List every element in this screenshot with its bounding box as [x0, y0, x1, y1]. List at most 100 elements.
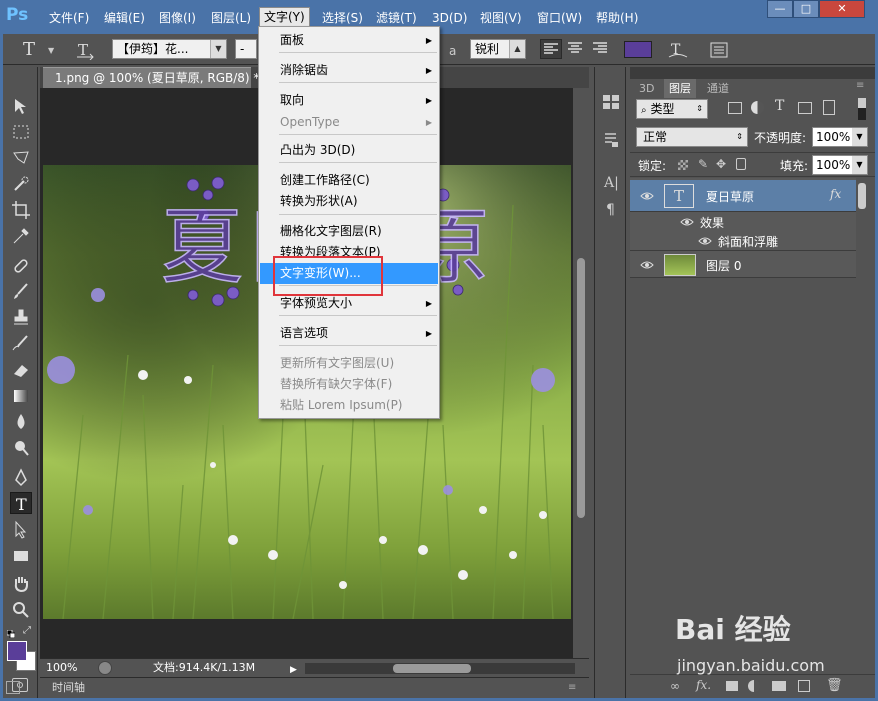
character-icon[interactable]: A|	[604, 175, 622, 193]
menu-image[interactable]: 图像(I)	[155, 9, 200, 27]
vertical-scrollbar[interactable]	[573, 88, 589, 658]
horizontal-scrollbar[interactable]	[305, 663, 575, 674]
eraser-tool-icon[interactable]	[10, 359, 32, 381]
opacity-input[interactable]: 100% ▼	[812, 127, 868, 147]
document-tab[interactable]: 1.png @ 100% (夏日草原, RGB/8) *	[43, 67, 259, 88]
lock-position-icon[interactable]: ✥	[716, 157, 726, 171]
filter-kind-select[interactable]: ⌕ 类型 ⇕	[636, 99, 708, 119]
align-center-button[interactable]	[565, 39, 587, 59]
stamp-tool-icon[interactable]	[10, 307, 32, 329]
zoom-tool-icon[interactable]	[10, 599, 32, 621]
rectangle-tool-icon[interactable]	[10, 545, 32, 567]
tab-3d[interactable]: 3D	[634, 79, 659, 98]
tab-channels[interactable]: 通道	[702, 79, 734, 98]
marquee-tool-icon[interactable]	[10, 121, 32, 143]
horizontal-scrollbar-thumb[interactable]	[393, 664, 471, 673]
share-icon[interactable]	[98, 661, 112, 675]
type-menu-item[interactable]: 创建工作路径(C)	[260, 170, 438, 191]
toggle-orientation-icon[interactable]: T	[75, 40, 97, 61]
layer-row-image[interactable]: 图层 0	[630, 252, 856, 278]
layers-scrollbar[interactable]	[856, 180, 868, 212]
fx-icon[interactable]: fx	[830, 187, 841, 201]
layer-effects-row[interactable]: 效果	[630, 213, 856, 231]
brush-tool-icon[interactable]	[10, 281, 32, 303]
text-color-swatch[interactable]	[624, 41, 652, 58]
type-menu-item[interactable]: 更新所有文字图层(U)	[260, 353, 438, 374]
eye-icon[interactable]	[698, 234, 712, 248]
panel-menu-icon[interactable]: ≡	[856, 80, 864, 91]
menu-file[interactable]: 文件(F)	[45, 9, 93, 27]
default-colors-icon[interactable]	[6, 627, 16, 639]
type-menu-item[interactable]: 消除锯齿 ▶	[260, 60, 438, 81]
pen-tool-icon[interactable]	[10, 467, 32, 489]
type-menu-item[interactable]: 语言选项 ▶	[260, 323, 438, 344]
type-menu-item[interactable]: 粘贴 Lorem Ipsum(P)	[260, 395, 438, 416]
filter-smart-object-icon[interactable]	[823, 100, 835, 115]
blur-tool-icon[interactable]	[10, 411, 32, 433]
filter-adjustment-icon[interactable]	[751, 101, 764, 114]
filter-type-icon[interactable]: T	[775, 98, 784, 114]
type-menu-item[interactable]: OpenType ▶	[260, 112, 438, 133]
eye-icon[interactable]	[640, 258, 654, 272]
menu-select[interactable]: 选择(S)	[318, 9, 367, 27]
eye-icon[interactable]	[680, 215, 694, 229]
filter-pixel-icon[interactable]	[728, 102, 742, 114]
type-menu-item[interactable]: 面板 ▶	[260, 30, 438, 51]
minimize-button[interactable]: —	[767, 0, 793, 18]
chevron-down-icon[interactable]: ▼	[48, 46, 54, 55]
filter-shape-icon[interactable]	[798, 102, 812, 114]
bevel-emboss-label[interactable]: 斜面和浮雕	[718, 233, 778, 250]
fill-input[interactable]: 100% ▼	[812, 155, 868, 175]
type-menu-item[interactable]: 替换所有缺欠字体(F)	[260, 374, 438, 395]
menu-filter[interactable]: 滤镜(T)	[372, 9, 421, 27]
lock-all-icon[interactable]	[736, 158, 746, 170]
layer-effect-bevel-row[interactable]: 斜面和浮雕	[630, 231, 856, 251]
maximize-button[interactable]: □	[793, 0, 819, 18]
hand-tool-icon[interactable]	[10, 573, 32, 595]
eyedropper-tool-icon[interactable]	[10, 225, 32, 247]
warp-text-icon[interactable]: T	[667, 40, 689, 60]
type-menu-item[interactable]: 字体预览大小 ▶	[260, 293, 438, 314]
swap-colors-icon[interactable]: ⤢	[23, 625, 31, 636]
path-selection-tool-icon[interactable]	[10, 519, 32, 541]
panel-menu-icon[interactable]: ≡	[568, 678, 576, 697]
filter-toggle[interactable]	[858, 98, 866, 120]
screen-mode-icon[interactable]	[6, 681, 20, 694]
type-menu-item[interactable]: 转换为形状(A)	[260, 191, 438, 212]
swatches-icon[interactable]	[602, 94, 620, 110]
gradient-tool-icon[interactable]	[10, 385, 32, 407]
menu-type[interactable]: 文字(Y)	[259, 7, 310, 27]
quick-select-tool-icon[interactable]	[10, 173, 32, 195]
vertical-scrollbar-thumb[interactable]	[577, 258, 585, 518]
menu-window[interactable]: 窗口(W)	[533, 9, 586, 27]
close-button[interactable]: ✕	[819, 0, 865, 18]
menu-layer[interactable]: 图层(L)	[207, 9, 255, 27]
blend-mode-select[interactable]: 正常 ⇕	[636, 127, 748, 147]
layer-row-text[interactable]: T 夏日草原 fx	[630, 180, 856, 212]
antialias-select[interactable]: 锐利 ▲	[470, 39, 526, 59]
paragraph-icon[interactable]: ¶	[606, 202, 620, 220]
foreground-color-swatch[interactable]	[7, 641, 27, 661]
type-tool-preset-icon[interactable]: T	[23, 39, 45, 61]
eye-icon[interactable]	[640, 189, 654, 203]
layer-name[interactable]: 图层 0	[706, 257, 741, 274]
character-panel-icon[interactable]	[708, 40, 730, 60]
lock-pixels-icon[interactable]: ✎	[698, 157, 708, 171]
tab-layers[interactable]: 图层	[664, 79, 696, 98]
font-family-select[interactable]: 【伊筠】花... ▼	[112, 39, 227, 59]
layer-name[interactable]: 夏日草原	[706, 188, 754, 205]
crop-tool-icon[interactable]	[10, 199, 32, 221]
move-tool-icon[interactable]	[10, 95, 32, 117]
menu-3d[interactable]: 3D(D)	[428, 9, 471, 27]
menu-view[interactable]: 视图(V)	[476, 9, 526, 27]
align-left-button[interactable]	[540, 39, 562, 59]
type-menu-item[interactable]: 凸出为 3D(D)	[260, 140, 438, 161]
history-brush-tool-icon[interactable]	[10, 333, 32, 355]
adjustments-icon[interactable]	[602, 130, 620, 148]
lasso-tool-icon[interactable]	[10, 147, 32, 169]
lock-transparent-icon[interactable]	[678, 160, 688, 170]
dodge-tool-icon[interactable]	[10, 437, 32, 459]
type-menu-item[interactable]: 取向 ▶	[260, 90, 438, 111]
font-style-select[interactable]: -	[235, 39, 257, 59]
type-tool-icon[interactable]: T	[10, 492, 32, 514]
